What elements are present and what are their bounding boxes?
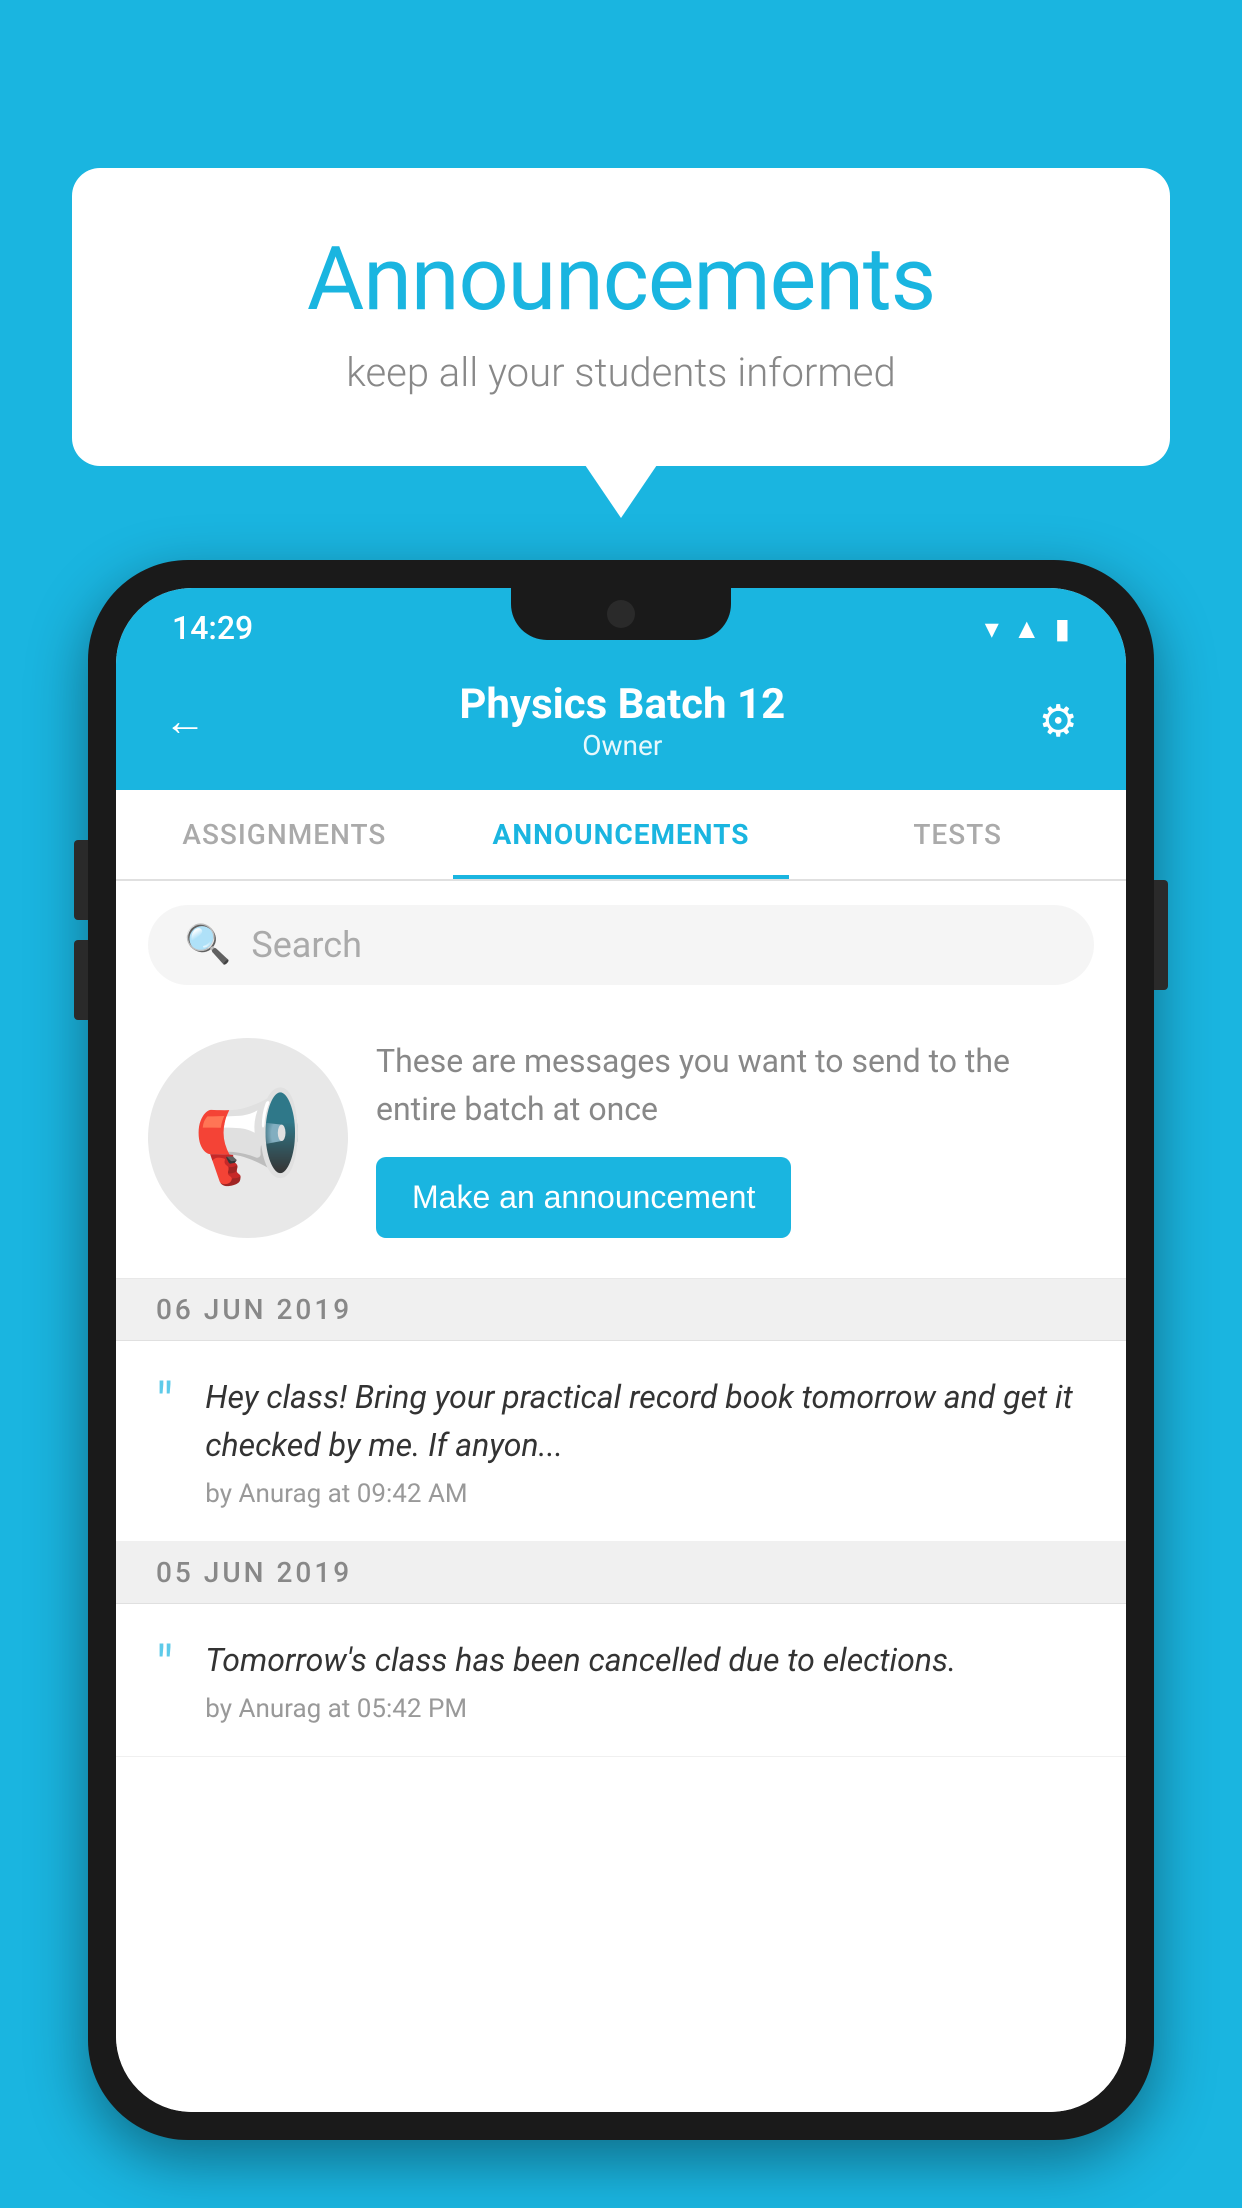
signal-icon: ▲ <box>1013 612 1041 645</box>
phone-screen: 14:29 ▾ ▲ ▮ ← Physics Batch 12 Owner ⚙ <box>116 588 1126 2112</box>
promo-description: These are messages you want to send to t… <box>376 1037 1094 1133</box>
wifi-icon: ▾ <box>985 612 999 645</box>
front-camera <box>607 600 635 628</box>
announcement-text-2: Tomorrow's class has been cancelled due … <box>205 1636 956 1684</box>
phone-notch <box>511 588 731 640</box>
speech-bubble-section: Announcements keep all your students inf… <box>72 168 1170 466</box>
tab-announcements[interactable]: ANNOUNCEMENTS <box>453 790 790 879</box>
search-placeholder: Search <box>251 924 362 966</box>
announcement-meta-1: by Anurag at 09:42 AM <box>205 1479 1086 1509</box>
volume-down-button[interactable] <box>74 940 88 1020</box>
tab-assignments[interactable]: ASSIGNMENTS <box>116 790 453 879</box>
announcement-text-1: Hey class! Bring your practical record b… <box>205 1373 1086 1469</box>
quote-icon-2: " <box>156 1640 173 1694</box>
tabs-bar: ASSIGNMENTS ANNOUNCEMENTS TESTS <box>116 790 1126 881</box>
promo-content: These are messages you want to send to t… <box>376 1037 1094 1238</box>
header-title: Physics Batch 12 <box>206 680 1039 729</box>
announcement-content-2: Tomorrow's class has been cancelled due … <box>205 1636 956 1724</box>
power-button[interactable] <box>1154 880 1168 990</box>
quote-icon-1: " <box>156 1377 173 1431</box>
search-bar[interactable]: 🔍 Search <box>148 905 1094 985</box>
bubble-title: Announcements <box>152 228 1090 331</box>
announcement-promo: 📢 These are messages you want to send to… <box>116 1009 1126 1279</box>
date-separator-1: 06 JUN 2019 <box>116 1279 1126 1341</box>
status-time: 14:29 <box>172 609 253 647</box>
app-header: ← Physics Batch 12 Owner ⚙ <box>116 660 1126 790</box>
search-icon: 🔍 <box>184 923 231 967</box>
header-subtitle: Owner <box>206 729 1039 762</box>
announcement-item-2[interactable]: " Tomorrow's class has been cancelled du… <box>116 1604 1126 1757</box>
screen-content: 🔍 Search 📢 These are messages you want t… <box>116 881 1126 2112</box>
make-announcement-button[interactable]: Make an announcement <box>376 1157 791 1238</box>
header-center: Physics Batch 12 Owner <box>206 680 1039 762</box>
date-separator-2: 05 JUN 2019 <box>116 1542 1126 1604</box>
megaphone-icon: 📢 <box>192 1085 304 1190</box>
announcement-item-1[interactable]: " Hey class! Bring your practical record… <box>116 1341 1126 1542</box>
announcement-content-1: Hey class! Bring your practical record b… <box>205 1373 1086 1509</box>
announcement-meta-2: by Anurag at 05:42 PM <box>205 1694 956 1724</box>
bubble-subtitle: keep all your students informed <box>152 349 1090 396</box>
settings-icon[interactable]: ⚙ <box>1039 695 1078 747</box>
speech-bubble-card: Announcements keep all your students inf… <box>72 168 1170 466</box>
phone-mockup: 14:29 ▾ ▲ ▮ ← Physics Batch 12 Owner ⚙ <box>88 560 1154 2208</box>
phone-outer-frame: 14:29 ▾ ▲ ▮ ← Physics Batch 12 Owner ⚙ <box>88 560 1154 2140</box>
tab-tests[interactable]: TESTS <box>789 790 1126 879</box>
back-button[interactable]: ← <box>164 697 206 746</box>
promo-icon-circle: 📢 <box>148 1038 348 1238</box>
volume-up-button[interactable] <box>74 840 88 920</box>
battery-icon: ▮ <box>1055 612 1070 645</box>
status-icons: ▾ ▲ ▮ <box>985 612 1070 645</box>
